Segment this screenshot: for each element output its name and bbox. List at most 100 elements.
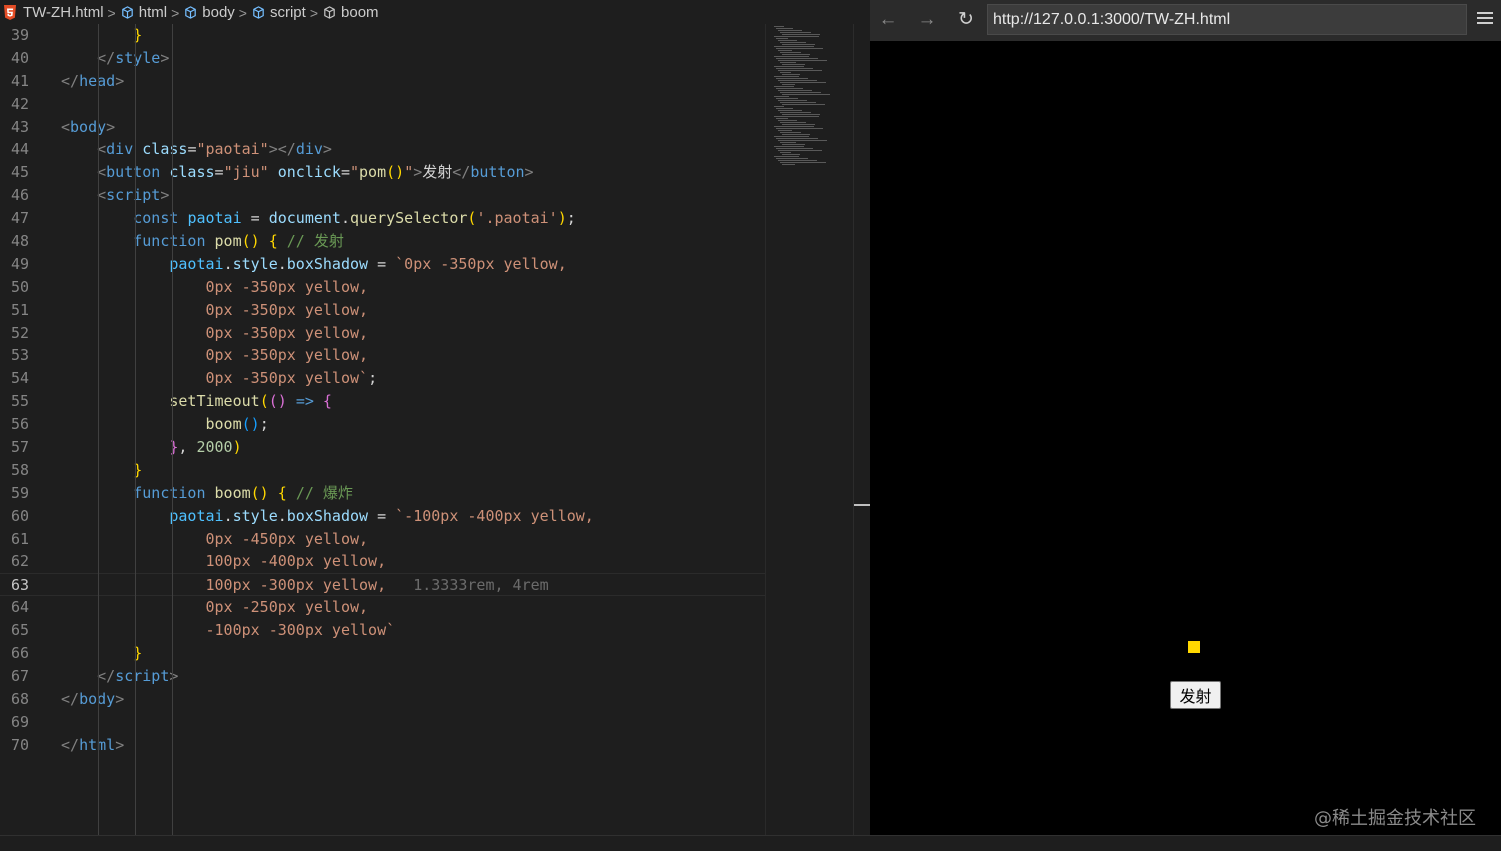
- scrollbar-thumb-marker[interactable]: [854, 504, 871, 506]
- line-text: setTimeout(() => {: [169, 392, 332, 411]
- minimap-line: [776, 38, 788, 39]
- code-line[interactable]: 53 0px -350px yellow,: [0, 344, 765, 367]
- code-line[interactable]: 65 -100px -300px yellow`: [0, 619, 765, 642]
- minimap-line: [780, 72, 791, 73]
- minimap-line: [778, 150, 822, 151]
- code-line[interactable]: 61 0px -450px yellow,: [0, 528, 765, 551]
- cannon-square: [1188, 641, 1200, 653]
- minimap-line: [776, 98, 798, 99]
- code-line[interactable]: 46 <script>: [0, 184, 765, 207]
- code-line[interactable]: 42: [0, 93, 765, 116]
- code-area[interactable]: 39 }40 </style>41 </head> 4243<body>44 <di…: [0, 24, 765, 835]
- breadcrumb-file[interactable]: TW-ZH.html: [3, 4, 104, 21]
- code-line[interactable]: 68 </body>: [0, 688, 765, 711]
- line-text: 0px -350px yellow,: [205, 346, 369, 365]
- code-line[interactable]: 59 function boom() { // 爆炸: [0, 482, 765, 505]
- breadcrumb-item-boom[interactable]: boom: [322, 4, 379, 21]
- element-cube-icon: [121, 6, 133, 19]
- breadcrumb-item-label: body: [202, 4, 235, 21]
- line-number: 55: [10, 392, 29, 411]
- minimap[interactable]: [765, 24, 853, 835]
- watermark: @稀土掘金技术社区: [1314, 808, 1476, 829]
- line-text: </body>: [61, 689, 125, 708]
- line-text: }: [133, 644, 143, 663]
- indent-guide: [98, 24, 99, 835]
- breadcrumb-item-body[interactable]: body: [183, 4, 235, 21]
- code-line[interactable]: 40 </style>: [0, 47, 765, 70]
- line-number: 59: [10, 483, 29, 502]
- line-text: }: [133, 460, 143, 479]
- line-number: 60: [10, 506, 29, 525]
- code-line[interactable]: 70 </html>: [0, 734, 765, 757]
- minimap-line: [780, 32, 811, 33]
- code-line[interactable]: 64 0px -250px yellow,: [0, 596, 765, 619]
- breadcrumb-item-html[interactable]: html: [120, 4, 167, 21]
- code-line[interactable]: 44 <div class="paotai"></div>: [0, 138, 765, 161]
- breadcrumb-item-script[interactable]: script: [251, 4, 306, 21]
- code-line[interactable]: 54 0px -350px yellow`;: [0, 367, 765, 390]
- minimap-line: [780, 112, 811, 113]
- code-line[interactable]: 51 0px -350px yellow,: [0, 299, 765, 322]
- code-line[interactable]: 66 }: [0, 642, 765, 665]
- code-line[interactable]: 50 0px -350px yellow,: [0, 276, 765, 299]
- minimap-line: [780, 132, 801, 133]
- line-text: function boom() { // 爆炸: [133, 483, 353, 502]
- code-line[interactable]: 60 paotai.style.boxShadow = `-100px -400…: [0, 505, 765, 528]
- line-text: </head>: [61, 71, 125, 90]
- minimap-line: [778, 110, 802, 111]
- line-number: 51: [10, 300, 29, 319]
- minimap-line: [776, 58, 818, 59]
- code-line[interactable]: 45 <button class="jiu" onclick="pom()">发…: [0, 161, 765, 184]
- minimap-line: [782, 104, 825, 105]
- minimap-line: [780, 62, 796, 63]
- fire-button[interactable]: 发射: [1170, 681, 1221, 709]
- line-number: 40: [10, 48, 29, 67]
- line-number: 44: [10, 140, 29, 159]
- code-line[interactable]: 49 paotai.style.boxShadow = `0px -350px …: [0, 253, 765, 276]
- code-line[interactable]: 52 0px -350px yellow,: [0, 322, 765, 345]
- line-number: 41: [10, 71, 29, 90]
- line-text: <button class="jiu" onclick="pom()">发射</…: [97, 163, 534, 182]
- forward-arrow-icon[interactable]: →: [915, 8, 939, 32]
- line-number: 70: [10, 735, 29, 754]
- menu-hamburger-icon[interactable]: [1477, 12, 1493, 28]
- line-number: 68: [10, 689, 29, 708]
- code-line[interactable]: 41 </head>: [0, 70, 765, 93]
- line-number: 48: [10, 232, 29, 251]
- code-line[interactable]: 43 <body>: [0, 116, 765, 139]
- minimap-line: [774, 86, 794, 87]
- line-text: </html>: [61, 735, 125, 754]
- minimap-line: [778, 40, 797, 41]
- minimap-line: [776, 68, 813, 69]
- code-line[interactable]: 55 setTimeout(() => {: [0, 390, 765, 413]
- code-line[interactable]: 69: [0, 711, 765, 734]
- editor-scrollbar[interactable]: [853, 24, 871, 835]
- code-line[interactable]: 58 }: [0, 459, 765, 482]
- minimap-line: [780, 162, 826, 163]
- minimap-line: [780, 42, 806, 43]
- code-line[interactable]: 62 100px -400px yellow,: [0, 550, 765, 573]
- code-line[interactable]: 47 const paotai = document.querySelector…: [0, 207, 765, 230]
- code-line[interactable]: 57 }, 2000): [0, 436, 765, 459]
- line-text: const paotai = document.querySelector('.…: [133, 209, 576, 228]
- code-line[interactable]: 39 }: [0, 24, 765, 47]
- minimap-line: [778, 100, 807, 101]
- line-text: 0px -350px yellow`;: [205, 369, 378, 388]
- code-line[interactable]: 63 100px -300px yellow, 1.3333rem, 4rem: [0, 573, 765, 597]
- minimap-line: [782, 144, 805, 145]
- code-editor[interactable]: TW-ZH.html > html > body > script > boom…: [0, 0, 871, 835]
- minimap-line: [774, 46, 814, 47]
- address-bar[interactable]: http://127.0.0.1:3000/TW-ZH.html: [987, 4, 1467, 35]
- reload-icon[interactable]: ↻: [954, 8, 978, 32]
- code-line[interactable]: 67 </script>: [0, 665, 765, 688]
- code-line[interactable]: 48 function pom() { // 发射: [0, 230, 765, 253]
- minimap-line: [780, 82, 826, 83]
- code-line[interactable]: 56 boom();: [0, 413, 765, 436]
- minimap-line: [774, 56, 809, 57]
- back-arrow-icon[interactable]: ←: [876, 8, 900, 32]
- line-number: 43: [10, 117, 29, 136]
- line-number: 52: [10, 323, 29, 342]
- line-text: -100px -300px yellow`: [205, 621, 396, 640]
- status-bar: [0, 835, 1501, 851]
- minimap-line: [774, 146, 804, 147]
